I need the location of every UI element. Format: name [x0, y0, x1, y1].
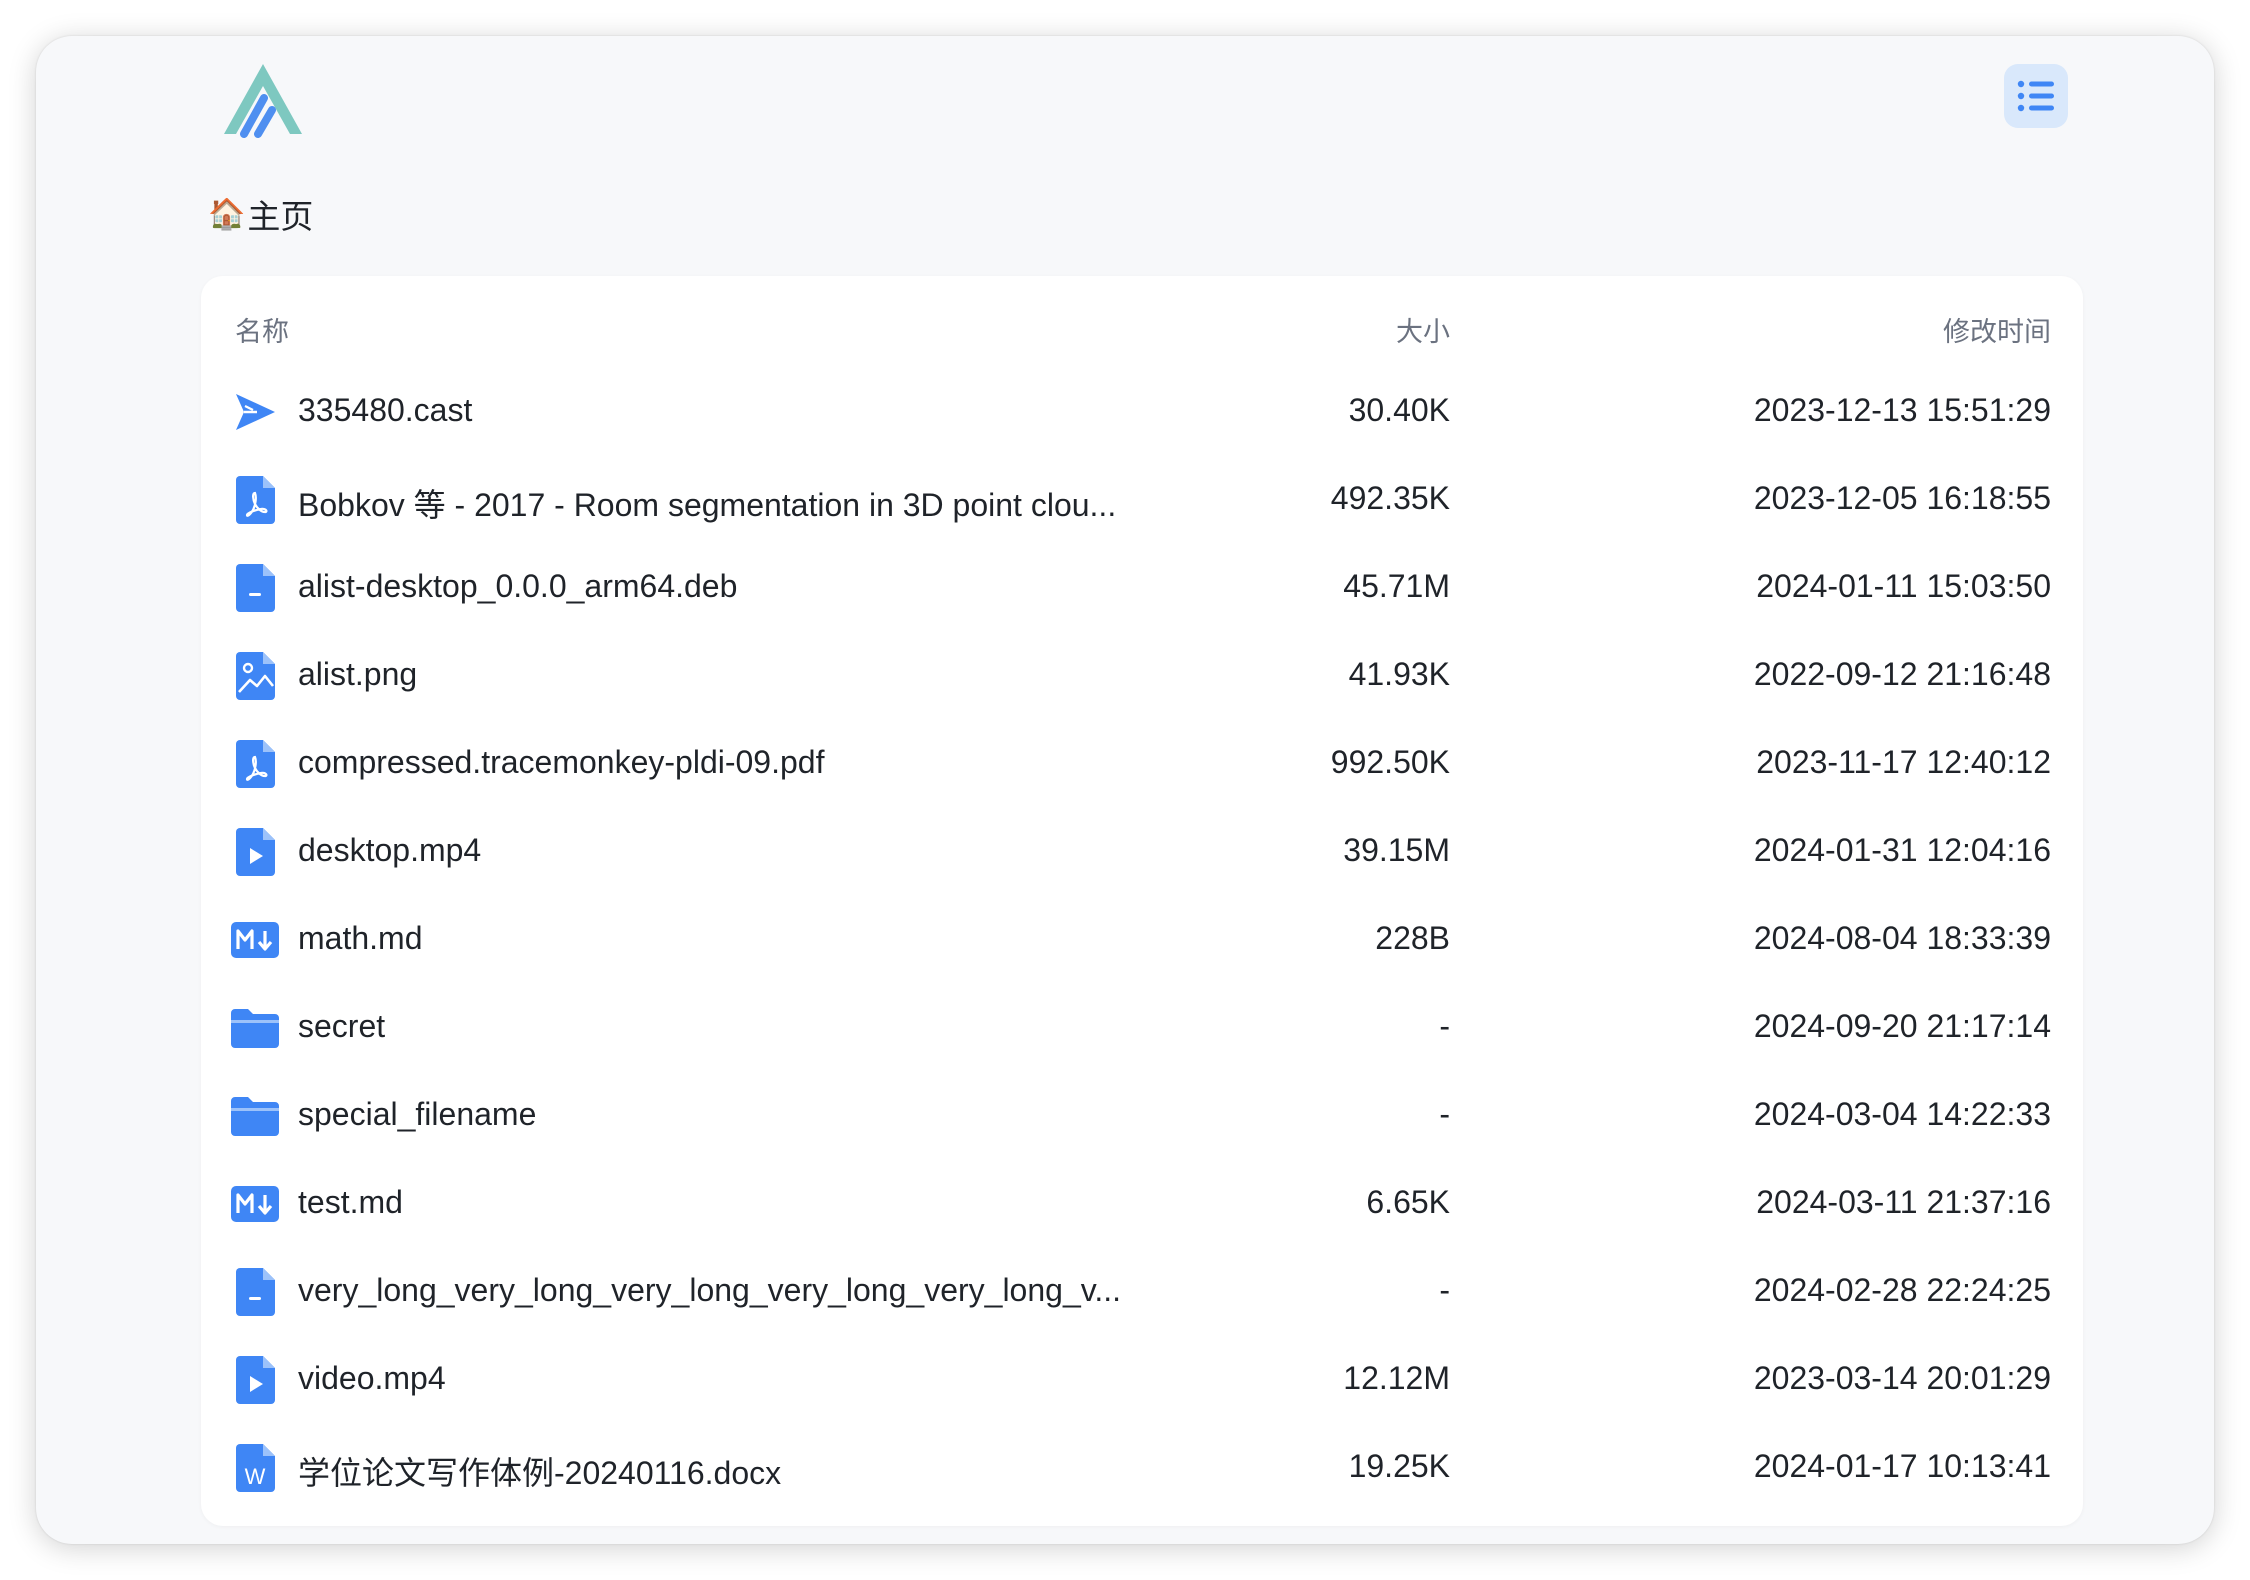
file-row[interactable]: W 学位论文写作体例-20240116.docx 19.25K 2024-01-17 …: [201, 1424, 2083, 1512]
svg-text:W: W: [245, 1464, 266, 1489]
file-row[interactable]: alist-desktop_0.0.0_arm64.deb 45.71M 2024-…: [201, 544, 2083, 632]
file-row[interactable]: very_long_very_long_very_long_very_long_…: [201, 1248, 2083, 1336]
file-size: 6.65K: [1366, 1184, 1450, 1220]
file-modified-time: 2024-03-04 14:22:33: [1753, 1096, 2051, 1132]
file-row[interactable]: 335480.cast 30.40K 2023-12-13 15:51:29: [201, 368, 2083, 456]
folder-icon: [231, 1004, 279, 1052]
list-view-icon: [2017, 80, 2054, 112]
file-size: -: [1439, 1096, 1450, 1132]
file-row[interactable]: math.md 228B 2024-08-04 18:33:39: [201, 896, 2083, 984]
alist-logo-icon: [224, 64, 302, 138]
file-size: 41.93K: [1348, 656, 1450, 692]
file-row[interactable]: secret - 2024-09-20 21:17:14: [201, 984, 2083, 1072]
video-icon: [231, 1356, 279, 1404]
file-modified-time: 2024-01-11 15:03:50: [1756, 568, 2051, 604]
file-row[interactable]: test.md 6.65K 2024-03-11 21:37:16: [201, 1160, 2083, 1248]
table-header: 名称 大小 修改时间: [201, 276, 2083, 368]
app-window: 🏠 主页 名称 大小 修改时间 335480.cast 30.40K 2023-12…: [36, 36, 2214, 1544]
file-name[interactable]: alist.png: [298, 656, 1198, 693]
column-header-name[interactable]: 名称: [235, 310, 289, 349]
layout-toggle-button[interactable]: [2004, 64, 2068, 128]
home-emoji-icon: 🏠: [208, 197, 246, 231]
file-modified-time: 2024-01-17 10:13:41: [1753, 1448, 2051, 1484]
word-icon: W: [231, 1444, 279, 1492]
pdf-icon: [231, 476, 279, 524]
markdown-icon: [231, 1180, 279, 1228]
file-row[interactable]: special_filename - 2024-03-04 14:22:33: [201, 1072, 2083, 1160]
file-name[interactable]: compressed.tracemonkey-pldi-09.pdf: [298, 744, 1198, 781]
file-size: -: [1439, 1008, 1450, 1044]
file-modified-time: 2024-03-11 21:37:16: [1756, 1184, 2051, 1220]
folder-icon: [231, 1092, 279, 1140]
markdown-icon: [231, 916, 279, 964]
file-name[interactable]: 335480.cast: [298, 392, 1198, 429]
header: [36, 36, 2214, 186]
file-row[interactable]: alist.png 41.93K 2022-09-12 21:16:48: [201, 632, 2083, 720]
breadcrumb[interactable]: 🏠 主页: [208, 190, 313, 238]
file-name[interactable]: special_filename: [298, 1096, 1198, 1133]
file-list: 335480.cast 30.40K 2023-12-13 15:51:29 Bobk…: [201, 368, 2083, 1512]
file-name[interactable]: alist-desktop_0.0.0_arm64.deb: [298, 568, 1198, 605]
file-name[interactable]: very_long_very_long_very_long_very_long_…: [298, 1272, 1198, 1309]
file-name[interactable]: desktop.mp4: [298, 832, 1198, 869]
file-name[interactable]: secret: [298, 1008, 1198, 1045]
file-modified-time: 2023-12-05 16:18:55: [1753, 480, 2051, 516]
file-size: 39.15M: [1343, 832, 1450, 868]
breadcrumb-home-label: 主页: [247, 198, 314, 235]
file-icon: [231, 1268, 279, 1316]
file-size: 992.50K: [1330, 744, 1450, 780]
file-name[interactable]: math.md: [298, 920, 1198, 957]
file-modified-time: 2023-03-14 20:01:29: [1753, 1360, 2051, 1396]
file-modified-time: 2024-09-20 21:17:14: [1753, 1008, 2051, 1044]
file-list-panel: 名称 大小 修改时间 335480.cast 30.40K 2023-12-13 1…: [201, 276, 2083, 1526]
file-size: 30.40K: [1348, 392, 1450, 428]
file-size: 492.35K: [1330, 480, 1450, 516]
pdf-icon: [231, 740, 279, 788]
file-name[interactable]: 学位论文写作体例-20240116.docx: [298, 1448, 1198, 1494]
file-row[interactable]: desktop.mp4 39.15M 2024-01-31 12:04:16: [201, 808, 2083, 896]
file-modified-time: 2024-02-28 22:24:25: [1753, 1272, 2051, 1308]
file-size: -: [1439, 1272, 1450, 1308]
file-modified-time: 2023-11-17 12:40:12: [1756, 744, 2051, 780]
file-modified-time: 2024-08-04 18:33:39: [1753, 920, 2051, 956]
file-row[interactable]: video.mp4 12.12M 2023-03-14 20:01:29: [201, 1336, 2083, 1424]
cast-icon: [231, 388, 279, 436]
file-size: 228B: [1375, 920, 1450, 956]
file-row[interactable]: compressed.tracemonkey-pldi-09.pdf 992.50…: [201, 720, 2083, 808]
video-icon: [231, 828, 279, 876]
file-modified-time: 2022-09-12 21:16:48: [1753, 656, 2051, 692]
alist-logo[interactable]: [218, 58, 308, 142]
file-size: 19.25K: [1348, 1448, 1450, 1484]
file-name[interactable]: Bobkov 等 - 2017 - Room segmentation in 3…: [298, 480, 1198, 526]
column-header-modified[interactable]: 修改时间: [1943, 310, 2051, 349]
file-size: 45.71M: [1343, 568, 1450, 604]
file-modified-time: 2024-01-31 12:04:16: [1753, 832, 2051, 868]
column-header-size[interactable]: 大小: [1396, 310, 1450, 349]
file-modified-time: 2023-12-13 15:51:29: [1753, 392, 2051, 428]
file-row[interactable]: Bobkov 等 - 2017 - Room segmentation in 3…: [201, 456, 2083, 544]
file-icon: [231, 564, 279, 612]
image-icon: [231, 652, 279, 700]
file-size: 12.12M: [1343, 1360, 1450, 1396]
file-name[interactable]: test.md: [298, 1184, 1198, 1221]
file-name[interactable]: video.mp4: [298, 1360, 1198, 1397]
